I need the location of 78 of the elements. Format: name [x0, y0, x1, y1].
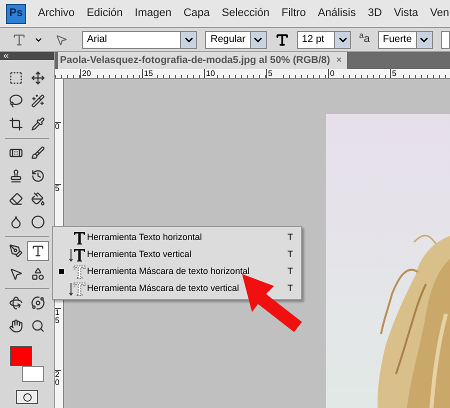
- ruler-label: 0: [328, 69, 340, 78]
- type-icon: [69, 246, 87, 262]
- menu-item[interactable]: Herramienta Máscara de texto horizontal T: [53, 263, 301, 280]
- eyedropper-icon: [31, 117, 45, 131]
- type-icon: [31, 244, 45, 258]
- shortcut-label: T: [288, 264, 293, 278]
- shortcut-label: T: [288, 282, 293, 295]
- shortcut-label: T: [288, 248, 293, 261]
- dropdown-button[interactable]: [250, 32, 266, 48]
- dropdown-button[interactable]: [416, 32, 432, 48]
- circle-icon: [31, 215, 45, 229]
- hand-icon: [9, 319, 23, 333]
- orbit-icon: [31, 296, 45, 310]
- dropdown-value: Fuerte: [382, 33, 413, 47]
- wand-icon: [31, 94, 45, 108]
- field[interactable]: [440, 30, 450, 48]
- ruler-label: 15: [142, 69, 154, 78]
- menu-item[interactable]: 3D: [368, 5, 382, 22]
- menu-item-label: Herramienta Texto horizontal: [87, 230, 203, 244]
- history-icon: [31, 169, 45, 183]
- menu-item[interactable]: Edición: [86, 5, 123, 22]
- move-icon: [31, 71, 45, 85]
- menu-item[interactable]: Análisis: [318, 5, 356, 22]
- menu-item[interactable]: Selección: [222, 5, 270, 22]
- font-size-icon: [274, 32, 289, 48]
- quick-mask-button[interactable]: [16, 390, 38, 404]
- lasso-icon: [9, 94, 23, 108]
- dropdown[interactable]: Regular: [205, 30, 267, 48]
- menu-item[interactable]: Ven: [430, 5, 450, 22]
- document-tab[interactable]: Paola-Velasquez-fotografia-de-moda5.jpg al 50% (RGB/8) ×: [58, 52, 347, 69]
- dropdown-value: Regular: [209, 33, 247, 47]
- ruler-label: 15: [55, 308, 61, 370]
- shortcut-label: T: [288, 230, 293, 244]
- mask-type-icon: [69, 280, 87, 296]
- menu-item-label: Herramienta Texto vertical: [87, 248, 192, 261]
- dropdown[interactable]: Arial: [82, 30, 198, 48]
- eraser-icon: [9, 192, 23, 206]
- zoom-icon: [31, 319, 45, 333]
- menu-item[interactable]: Herramienta Máscara de texto vertical T: [53, 280, 301, 297]
- menu-item[interactable]: Archivo: [38, 5, 75, 22]
- circle-icon: [22, 392, 32, 402]
- close-button[interactable]: ×: [336, 53, 345, 68]
- menu-item[interactable]: Filtro: [281, 5, 306, 22]
- dropdown-button[interactable]: [180, 32, 196, 48]
- ruler-label: 20: [80, 69, 92, 78]
- dropdown[interactable]: Fuerte: [378, 30, 433, 48]
- rotate-icon: [9, 296, 23, 310]
- dropdown-button[interactable]: [334, 32, 350, 48]
- paint-bucket-icon: [31, 192, 45, 206]
- stamp-icon: [9, 169, 23, 183]
- dropdown[interactable]: 12 pt: [296, 30, 352, 48]
- ruler-label: 20: [55, 370, 61, 408]
- menu-item[interactable]: Imagen: [134, 5, 172, 22]
- type-preset-icon[interactable]: [12, 32, 26, 48]
- ruler-label: 0: [55, 122, 61, 184]
- document-title: Paola-Velasquez-fotografia-de-moda5.jpg al 50% (RGB/8): [60, 54, 330, 68]
- menu-item[interactable]: Vista: [394, 5, 418, 22]
- menu-item[interactable]: Capa: [183, 5, 210, 22]
- ruler-label: 10: [204, 69, 216, 78]
- dropdown-value: Arial: [86, 33, 108, 47]
- background-color-swatch[interactable]: [22, 366, 44, 382]
- marquee-icon: [9, 71, 23, 85]
- dropdown-value: 12 pt: [300, 33, 326, 47]
- brush-icon: [31, 146, 45, 160]
- crop-icon: [9, 117, 23, 131]
- menu-item[interactable]: Herramienta Texto vertical T: [53, 246, 301, 263]
- menu-item-label: Herramienta Máscara de texto horizontal: [87, 264, 251, 278]
- bandage-icon: [9, 146, 23, 160]
- shapes-icon: [31, 267, 45, 281]
- droplet-icon: [9, 215, 23, 229]
- pen-icon: [9, 244, 23, 258]
- foreground-color-swatch[interactable]: [10, 346, 32, 366]
- pointer-icon: [9, 267, 23, 281]
- ruler-label: 5: [266, 69, 278, 78]
- antialias-label: $^{a}$a: [359, 31, 370, 48]
- collapse-icon[interactable]: [2, 52, 10, 60]
- tool-button[interactable]: [27, 241, 49, 261]
- menu-item-label: Herramienta Máscara de texto vertical: [87, 282, 240, 295]
